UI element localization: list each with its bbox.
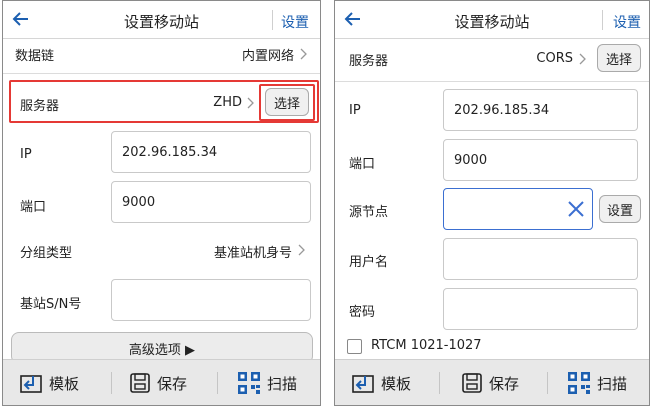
password-input[interactable] [443, 288, 638, 330]
mountpoint-label: 源节点 [349, 205, 389, 220]
mountpoint-set-button[interactable]: 设置 [599, 195, 641, 223]
ip-label: IP [349, 103, 361, 118]
row-server[interactable]: 服务器 CORS 选择 [335, 39, 649, 77]
row-datalink[interactable]: 数据链 内置网络 [3, 39, 320, 69]
bottom-toolbar: 模板 保存 扫描 [3, 359, 320, 405]
save-icon [130, 373, 150, 393]
save-icon [462, 373, 482, 393]
port-input[interactable]: 9000 [111, 181, 311, 223]
server-select-button[interactable]: 选择 [597, 44, 641, 72]
save-label: 保存 [157, 374, 188, 393]
username-input[interactable] [443, 238, 638, 280]
row-ip: IP 202.96.185.34 [335, 87, 649, 135]
template-icon [352, 375, 374, 393]
header: 设置移动站 设置 [335, 1, 649, 39]
settings-button[interactable]: 设置 [613, 12, 641, 32]
toolbar-divider [111, 372, 112, 394]
header-divider [272, 10, 273, 30]
divider [3, 73, 320, 74]
template-button[interactable]: 模板 [351, 360, 412, 405]
port-label: 端口 [349, 157, 376, 172]
qr-code-icon [568, 372, 590, 394]
divider [335, 81, 649, 82]
group-type-value: 基准站机身号 [213, 246, 292, 261]
template-icon [20, 375, 42, 393]
row-ip: IP 202.96.185.34 [3, 129, 320, 179]
toolbar-divider [547, 372, 548, 394]
port-input[interactable]: 9000 [443, 139, 638, 181]
group-type-label: 分组类型 [20, 246, 73, 261]
template-button[interactable]: 模板 [19, 360, 80, 405]
row-password: 密码 [335, 287, 649, 335]
row-port: 端口 9000 [3, 179, 320, 229]
server-value: CORS [536, 51, 573, 66]
highlight-select-button [259, 84, 315, 121]
toolbar-divider [439, 372, 440, 394]
scan-button[interactable]: 扫描 [237, 360, 298, 405]
ip-input[interactable]: 202.96.185.34 [443, 89, 638, 131]
settings-button[interactable]: 设置 [281, 12, 309, 32]
base-sn-input[interactable] [111, 279, 311, 321]
rtcm-label: RTCM 1021-1027 [371, 338, 482, 353]
scan-label: 扫描 [267, 374, 298, 393]
template-label: 模板 [381, 374, 412, 393]
row-port: 端口 9000 [335, 137, 649, 185]
template-label: 模板 [49, 374, 80, 393]
base-sn-label: 基站S/N号 [20, 297, 82, 312]
clear-icon[interactable] [566, 199, 586, 219]
scan-button[interactable]: 扫描 [567, 360, 628, 405]
right-screen: 设置移动站 设置 服务器 CORS 选择 IP 202.96.185.34 端口… [334, 0, 650, 406]
save-button[interactable]: 保存 [129, 360, 188, 405]
datalink-value: 内置网络 [241, 49, 294, 64]
ip-label: IP [20, 147, 32, 162]
server-label: 服务器 [349, 54, 389, 69]
toolbar-divider [217, 372, 218, 394]
bottom-toolbar: 模板 保存 扫描 [335, 359, 649, 405]
ip-input[interactable]: 202.96.185.34 [111, 131, 311, 173]
row-rtcm[interactable]: RTCM 1021-1027 [335, 335, 649, 357]
row-username: 用户名 [335, 237, 649, 285]
password-label: 密码 [349, 305, 376, 320]
chevron-right-icon [298, 244, 305, 256]
header: 设置移动站 设置 [3, 1, 320, 39]
row-mountpoint: 源节点 设置 [335, 187, 649, 235]
row-base-sn: 基站S/N号 [3, 277, 320, 327]
port-label: 端口 [20, 200, 47, 215]
scan-label: 扫描 [597, 374, 628, 393]
save-label: 保存 [489, 374, 520, 393]
header-divider [602, 10, 603, 30]
rtcm-checkbox[interactable] [347, 339, 362, 354]
left-screen: 设置移动站 设置 数据链 内置网络 服务器 ZHD 选择 IP 202.96.1… [2, 0, 321, 406]
save-button[interactable]: 保存 [461, 360, 520, 405]
username-label: 用户名 [349, 255, 389, 270]
datalink-label: 数据链 [15, 49, 55, 64]
chevron-right-icon [300, 48, 307, 60]
qr-code-icon [238, 372, 260, 394]
chevron-right-icon [579, 53, 586, 65]
row-group-type[interactable]: 分组类型 基准站机身号 [3, 229, 320, 277]
